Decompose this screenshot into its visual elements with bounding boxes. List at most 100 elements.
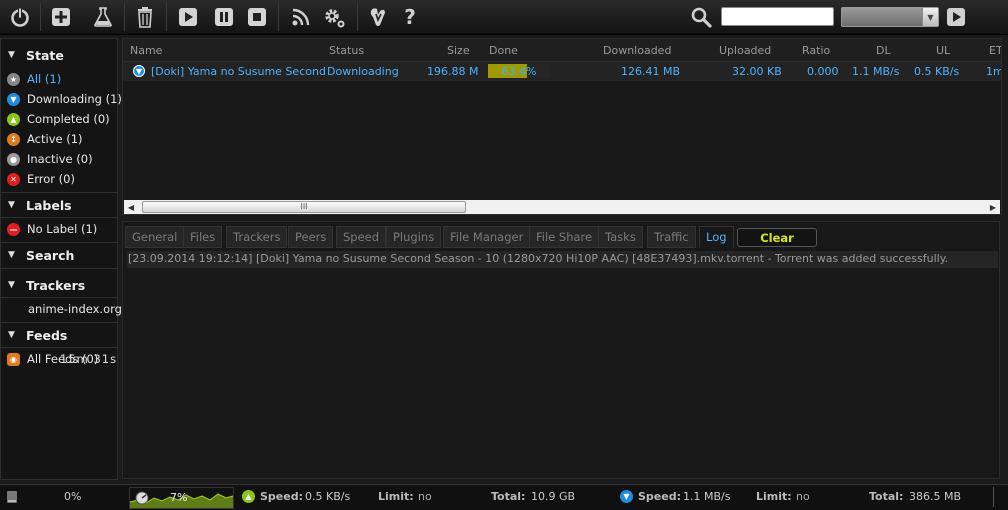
- collapse-triangle-icon[interactable]: ▼: [8, 50, 18, 60]
- sidebar-item-label: Active (1): [27, 132, 83, 146]
- sidebar-item-tracker[interactable]: anime-index.org: [28, 300, 122, 318]
- upload-speed: 0.5 KB/s: [305, 490, 351, 503]
- category-state[interactable]: ▼ State: [1, 44, 119, 66]
- play-arrow-icon: [947, 8, 965, 26]
- rss-icon[interactable]: [283, 0, 319, 34]
- divider: [1, 347, 117, 348]
- search-icon[interactable]: [686, 2, 716, 32]
- search-engine-value: [842, 13, 846, 26]
- download-limit-label[interactable]: Limit:: [756, 490, 792, 503]
- sidebar-item-no-label[interactable]: — No Label (1): [7, 220, 97, 238]
- category-search-label: Search: [26, 247, 75, 263]
- category-state-label: State: [26, 47, 64, 63]
- help-icon[interactable]: ?: [392, 0, 428, 34]
- sidebar-item-label: Downloading (1): [27, 92, 122, 106]
- divider: [1, 217, 117, 218]
- details-panel: General Files Trackers Peers Speed Plugi…: [122, 221, 1000, 479]
- category-search[interactable]: ▼ Search: [1, 244, 119, 266]
- collapse-triangle-icon[interactable]: ▼: [8, 330, 18, 340]
- tab-plugins[interactable]: Plugins: [386, 226, 442, 248]
- upload-limit[interactable]: no: [418, 490, 432, 503]
- add-torrent-icon[interactable]: [43, 0, 79, 34]
- sidebar-item-completed[interactable]: ▲ Completed (0): [7, 110, 110, 128]
- scrollbar-thumb[interactable]: III: [142, 201, 466, 213]
- column-header-ul[interactable]: UL: [936, 44, 950, 57]
- status-bar: 0% 7% ▲ Speed: 0.5 KB/s Limit: no Total:…: [0, 484, 1008, 510]
- flask-icon[interactable]: [85, 0, 121, 34]
- progress-text: 63.4%: [501, 65, 537, 78]
- inactive-icon: ●: [7, 152, 20, 166]
- download-total-label: Total:: [869, 490, 904, 503]
- column-header-downloaded[interactable]: Downloaded: [603, 44, 671, 57]
- tab-trackers[interactable]: Trackers: [226, 226, 288, 248]
- tab-traffic[interactable]: Traffic: [647, 226, 696, 248]
- sidebar-item-label: Completed (0): [27, 112, 110, 126]
- column-header-et[interactable]: ET: [989, 44, 1001, 57]
- category-feeds[interactable]: ▼ Feeds: [1, 324, 119, 346]
- table-row[interactable]: ▼ [Doki] Yama no Susume Second Downloadi…: [123, 62, 1001, 81]
- divider: [1, 192, 117, 193]
- collapse-triangle-icon[interactable]: ▼: [8, 200, 18, 210]
- sidebar-item-inactive[interactable]: ● Inactive (0): [7, 150, 93, 168]
- category-labels[interactable]: ▼ Labels: [1, 194, 119, 216]
- tab-peers[interactable]: Peers: [288, 226, 334, 248]
- tab-file-share[interactable]: File Share: [529, 226, 600, 248]
- error-icon: ✕: [7, 172, 20, 186]
- trash-icon[interactable]: [127, 0, 163, 34]
- column-header-status[interactable]: Status: [329, 44, 364, 57]
- torrent-ratio: 0.000: [807, 65, 839, 78]
- collapse-triangle-icon[interactable]: ▼: [8, 280, 18, 290]
- column-header-size[interactable]: Size: [447, 44, 470, 57]
- scroll-left-icon[interactable]: ◀: [124, 200, 138, 214]
- log-entry: [23.09.2014 19:12:14] [Doki] Yama no Sus…: [127, 251, 998, 268]
- settings-gear-icon[interactable]: [316, 0, 352, 34]
- start-icon[interactable]: [170, 0, 206, 34]
- clear-log-button[interactable]: Clear: [737, 228, 817, 247]
- torrent-ul-speed: 0.5 KB/s: [914, 65, 960, 78]
- category-trackers[interactable]: ▼ Trackers: [1, 274, 119, 296]
- sidebar: ▼ State ★ All (1) ▼ Downloading (1) ▲ Com…: [0, 38, 122, 480]
- divider: [1, 297, 117, 298]
- tab-speed[interactable]: Speed: [336, 226, 387, 248]
- chevron-down-icon[interactable]: ▼: [922, 8, 938, 26]
- sidebar-item-error[interactable]: ✕ Error (0): [7, 170, 75, 188]
- stop-icon[interactable]: [239, 0, 275, 34]
- collapse-triangle-icon[interactable]: ▼: [8, 250, 18, 260]
- column-header-dl[interactable]: DL: [876, 44, 891, 57]
- download-limit[interactable]: no: [796, 490, 810, 503]
- sidebar-item-all-feeds[interactable]: ◉ All Feeds (0) 15m 31s: [7, 350, 116, 368]
- search-engine-select[interactable]: ▼: [841, 7, 939, 27]
- download-speed: 1.1 MB/s: [683, 490, 731, 503]
- sidebar-item-downloading[interactable]: ▼ Downloading (1): [7, 90, 122, 108]
- toolbar: ? ▼: [0, 0, 1008, 35]
- power-icon[interactable]: [2, 0, 38, 34]
- tab-log[interactable]: Log: [699, 226, 734, 248]
- column-header-done[interactable]: Done: [489, 44, 518, 57]
- pause-icon[interactable]: [206, 0, 242, 34]
- sidebar-item-active[interactable]: ↕ Active (1): [7, 130, 83, 148]
- cpu-usage: 7%: [170, 491, 188, 504]
- search-go-button[interactable]: [945, 5, 967, 29]
- column-header-uploaded[interactable]: Uploaded: [719, 44, 771, 57]
- toolbar-separator: [357, 3, 358, 31]
- upload-arrow-icon: ▲: [242, 490, 255, 503]
- disk-icon: [7, 491, 17, 503]
- scroll-right-icon[interactable]: ▶: [986, 200, 1000, 214]
- tab-tasks[interactable]: Tasks: [598, 226, 643, 248]
- search-input[interactable]: [721, 7, 834, 26]
- sidebar-item-label: Error (0): [27, 172, 75, 186]
- column-header-ratio[interactable]: Ratio: [802, 44, 830, 57]
- category-labels-label: Labels: [26, 197, 72, 213]
- download-speed-label: Speed:: [638, 490, 681, 503]
- column-header-name[interactable]: Name: [130, 44, 162, 57]
- tab-file-manager[interactable]: File Manager: [443, 226, 531, 248]
- sidebar-item-all[interactable]: ★ All (1): [7, 70, 61, 88]
- tab-files[interactable]: Files: [183, 226, 223, 248]
- rss-icon: ◉: [7, 352, 20, 366]
- sidebar-item-label: Inactive (0): [27, 152, 93, 166]
- utorrent-logo-icon[interactable]: [360, 0, 396, 34]
- upload-limit-label[interactable]: Limit:: [378, 490, 414, 503]
- upload-speed-label: Speed:: [260, 490, 303, 503]
- tab-general[interactable]: General: [125, 226, 185, 248]
- horizontal-scrollbar[interactable]: ◀ III ▶: [124, 200, 1000, 214]
